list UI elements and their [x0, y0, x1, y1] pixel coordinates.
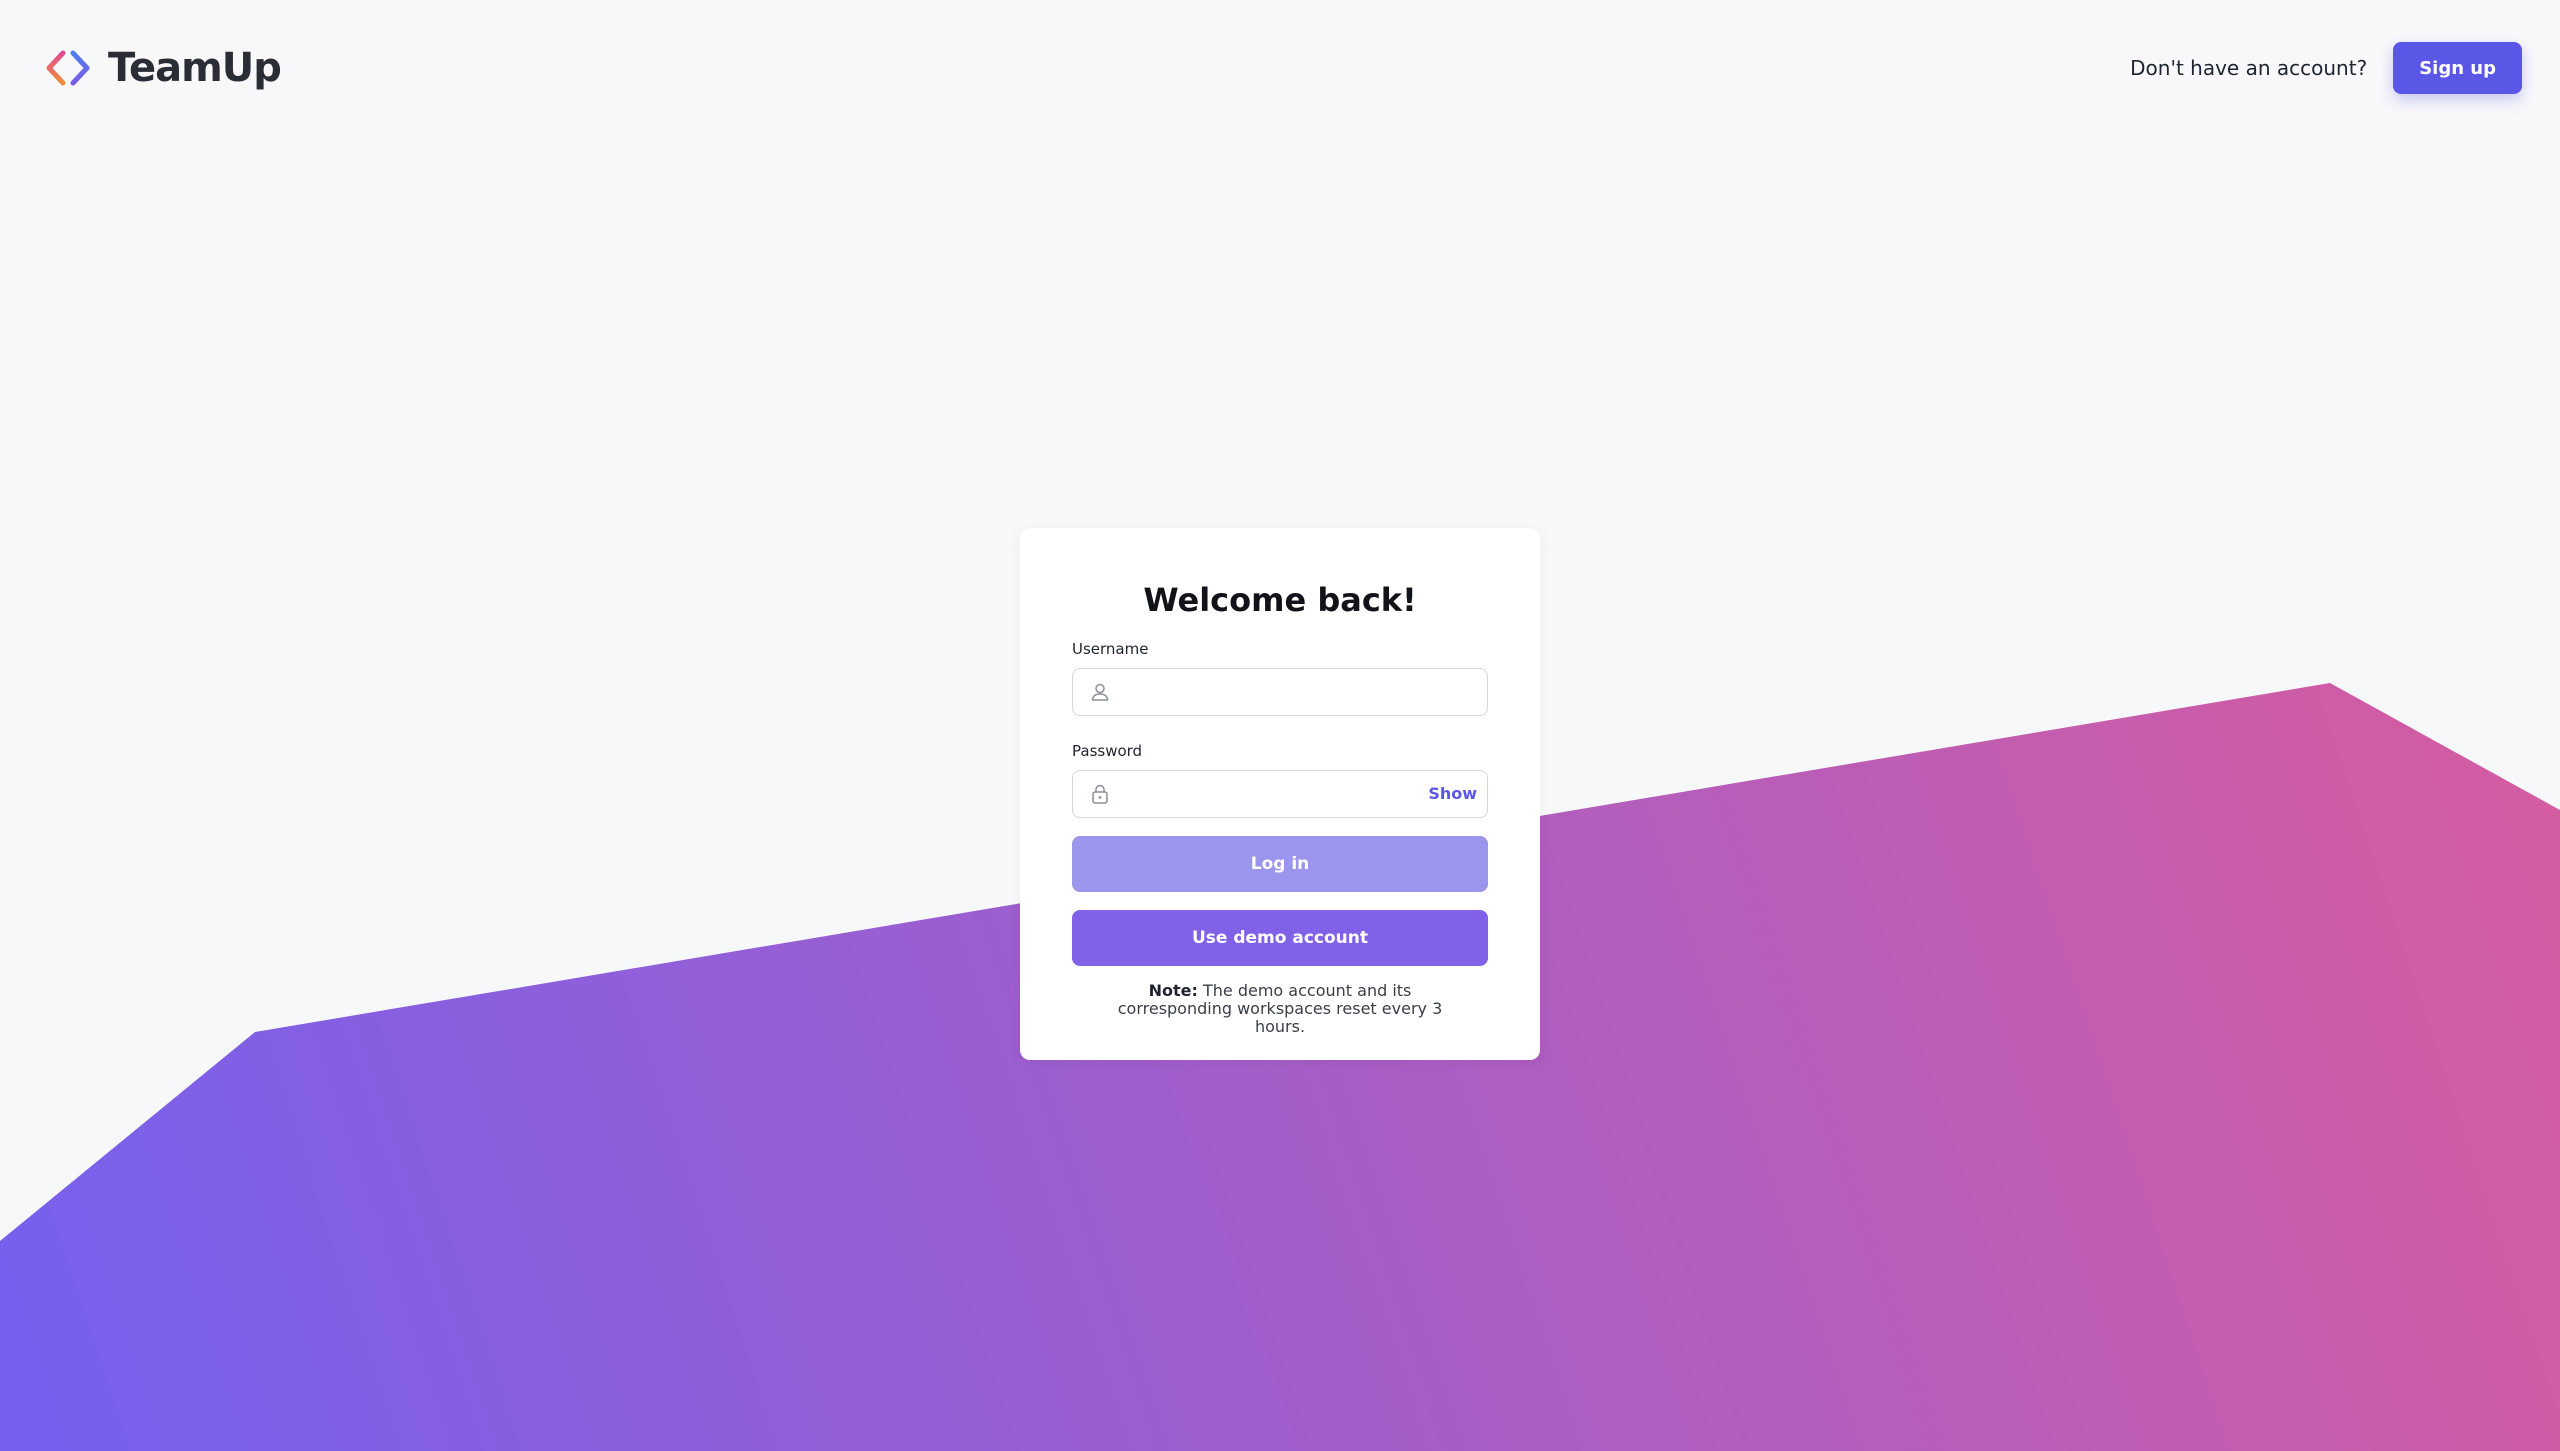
sign-up-button[interactable]: Sign up	[2393, 42, 2522, 94]
password-input[interactable]	[1119, 771, 1423, 819]
header-actions: Don't have an account? Sign up	[2130, 42, 2522, 94]
log-in-button[interactable]: Log in	[1072, 836, 1488, 892]
demo-note: Note: The demo account and its correspon…	[1072, 982, 1488, 1036]
top-header: TeamUp Don't have an account? Sign up	[0, 0, 2560, 136]
login-card: Welcome back! Username Password Show Log…	[1020, 528, 1540, 1060]
login-title: Welcome back!	[1143, 581, 1417, 619]
user-icon	[1091, 683, 1109, 701]
code-brackets-icon	[46, 50, 90, 86]
username-label: Username	[1072, 640, 1149, 658]
password-field-wrapper: Show	[1072, 770, 1488, 819]
note-prefix: Note:	[1148, 981, 1198, 1000]
use-demo-account-button[interactable]: Use demo account	[1072, 910, 1488, 966]
login-page: TeamUp Don't have an account? Sign up We…	[0, 0, 2560, 1451]
account-prompt: Don't have an account?	[2130, 56, 2368, 80]
lock-icon	[1092, 784, 1108, 804]
app-logo[interactable]: TeamUp	[44, 40, 282, 96]
username-field-wrapper	[1072, 668, 1488, 717]
password-label: Password	[1072, 742, 1143, 760]
username-input[interactable]	[1119, 669, 1423, 717]
show-password-button[interactable]: Show	[1428, 783, 1477, 805]
app-name: TeamUp	[108, 45, 282, 91]
